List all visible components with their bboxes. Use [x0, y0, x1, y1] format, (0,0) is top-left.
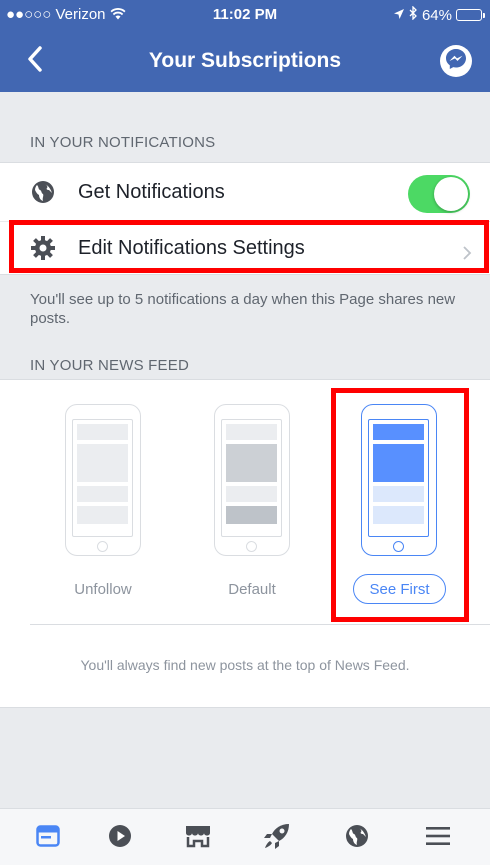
divider — [0, 707, 490, 708]
default-option[interactable] — [214, 404, 290, 556]
globe-icon — [30, 179, 56, 205]
nav-bar: Your Subscriptions — [0, 30, 490, 92]
messenger-button[interactable] — [440, 45, 472, 77]
default-label[interactable]: Default — [192, 581, 312, 598]
tab-explore[interactable] — [262, 823, 292, 853]
rocket-icon — [263, 822, 291, 855]
highlight-see-first — [331, 388, 469, 622]
unfollow-label[interactable]: Unfollow — [43, 581, 163, 598]
notifications-note: You'll see up to 5 notifications a day w… — [30, 291, 456, 327]
hamburger-menu-icon — [426, 826, 450, 851]
news-feed-icon — [36, 824, 60, 852]
divider — [0, 274, 490, 275]
news-feed-section-title: IN YOUR NEWS FEED — [30, 357, 189, 374]
status-right: 64% — [393, 5, 485, 24]
tab-watch[interactable] — [105, 823, 135, 853]
get-notifications-toggle[interactable] — [408, 175, 470, 213]
messenger-icon — [444, 47, 468, 76]
tab-marketplace[interactable] — [183, 823, 213, 853]
play-icon — [108, 824, 132, 853]
divider — [30, 624, 490, 625]
news-feed-note: You'll always find new posts at the top … — [80, 657, 410, 673]
highlight-edit-notifications — [9, 220, 489, 273]
page-title: Your Subscriptions — [148, 49, 342, 72]
phone-home-button — [246, 541, 257, 552]
battery-icon — [456, 9, 485, 21]
notifications-section-title: IN YOUR NOTIFICATIONS — [30, 134, 216, 151]
battery-percent: 64% — [421, 6, 452, 24]
tab-menu[interactable] — [423, 823, 453, 853]
globe-icon — [345, 824, 369, 853]
phone-home-button — [97, 541, 108, 552]
unfollow-option[interactable] — [65, 404, 141, 556]
get-notifications-row: Get Notifications — [0, 163, 490, 221]
phone-screen — [72, 419, 133, 537]
tab-globe[interactable] — [342, 823, 372, 853]
phone-screen — [221, 419, 282, 537]
shop-icon — [184, 824, 212, 853]
tab-bar — [0, 808, 490, 865]
get-notifications-label: Get Notifications — [78, 180, 225, 203]
toggle-knob — [434, 177, 468, 211]
bluetooth-icon — [409, 5, 418, 24]
location-icon — [393, 7, 405, 24]
status-bar: ●●○○○ Verizon 11:02 PM 64% — [0, 0, 490, 30]
tab-news-feed[interactable] — [33, 823, 63, 853]
